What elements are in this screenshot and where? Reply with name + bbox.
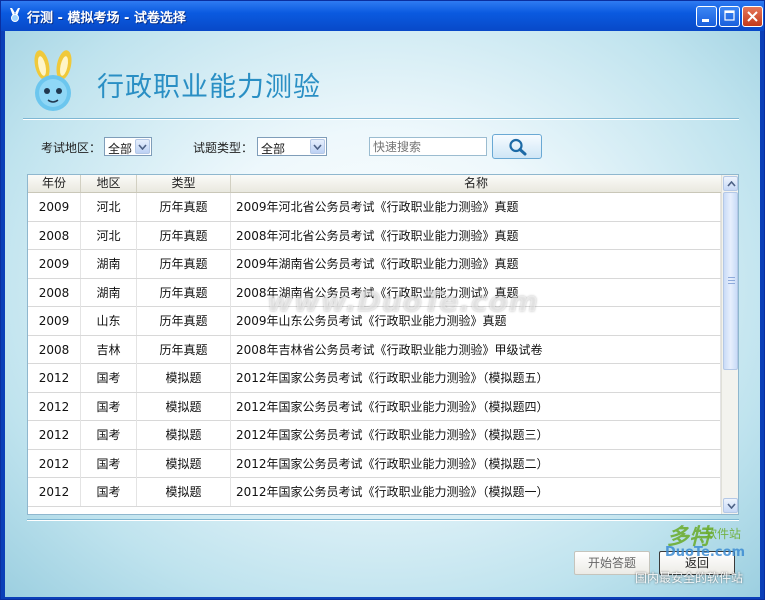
window-title: 行测 - 模拟考场 - 试卷选择 (27, 11, 186, 26)
scroll-down-button[interactable] (723, 498, 738, 513)
footer-divider (27, 519, 739, 521)
region-label: 考试地区： (41, 141, 102, 155)
maximize-icon (724, 10, 735, 21)
cell-year: 2012 (28, 392, 81, 421)
vertical-scrollbar[interactable] (721, 175, 738, 514)
close-button[interactable] (742, 6, 763, 27)
cell-region: 河北 (81, 193, 137, 221)
cell-year: 2012 (28, 421, 81, 449)
cell-name: 2008年湖南省公务员考试《行政职业能力测试》真题 (231, 278, 721, 307)
type-select-value: 全部 (261, 142, 286, 156)
cell-region: 国考 (81, 364, 137, 392)
cell-year: 2008 (28, 221, 81, 250)
table-row[interactable]: 2012 国考 模拟题 2012年国家公务员考试《行政职业能力测验》（模拟题三） (28, 421, 721, 450)
cell-region: 吉林 (81, 335, 137, 364)
type-label: 试题类型： (193, 141, 254, 155)
table-row[interactable]: 2012 国考 模拟题 2012年国家公务员考试《行政职业能力测验》（模拟题二） (28, 449, 721, 478)
search-icon (509, 138, 527, 156)
cell-region: 国考 (81, 478, 137, 506)
cell-type: 模拟题 (137, 421, 231, 449)
close-icon (747, 11, 758, 22)
cell-name: 2009年河北省公务员考试《行政职业能力测验》真题 (231, 193, 721, 221)
table-header: 年份 地区 类型 名称 (28, 175, 721, 193)
cell-region: 湖南 (81, 278, 137, 307)
rabbit-logo-icon (34, 50, 72, 111)
cell-type: 模拟题 (137, 478, 231, 506)
cell-year: 2012 (28, 478, 81, 506)
cell-name: 2012年国家公务员考试《行政职业能力测验》（模拟题五） (231, 364, 721, 392)
cell-year: 2009 (28, 250, 81, 278)
cell-region: 国考 (81, 392, 137, 421)
column-header-year[interactable]: 年份 (28, 175, 81, 192)
table-row[interactable]: 2008 湖南 历年真题 2008年湖南省公务员考试《行政职业能力测试》真题 (28, 278, 721, 307)
cell-year: 2009 (28, 193, 81, 221)
cell-year: 2012 (28, 364, 81, 392)
cell-name: 2012年国家公务员考试《行政职业能力测验》（模拟题四） (231, 392, 721, 421)
cell-name: 2009年湖南省公务员考试《行政职业能力测验》真题 (231, 250, 721, 278)
region-select[interactable]: 全部 (104, 137, 152, 156)
cell-type: 模拟题 (137, 392, 231, 421)
cell-name: 2008年吉林省公务员考试《行政职业能力测验》甲级试卷 (231, 335, 721, 364)
table-row[interactable]: 2012 国考 模拟题 2012年国家公务员考试《行政职业能力测验》（模拟题四） (28, 392, 721, 421)
cell-name: 2009年山东公务员考试《行政职业能力测验》真题 (231, 307, 721, 335)
cell-type: 模拟题 (137, 364, 231, 392)
maximize-button[interactable] (719, 6, 740, 27)
content-area: 行政职业能力测验 考试地区： 全部 试题类型： 全部 年份 (5, 31, 760, 597)
cell-name: 2012年国家公务员考试《行政职业能力测验》（模拟题二） (231, 449, 721, 478)
column-header-name[interactable]: 名称 (231, 175, 721, 192)
table-row[interactable]: 2012 国考 模拟题 2012年国家公务员考试《行政职业能力测验》（模拟题五） (28, 364, 721, 393)
chevron-down-icon[interactable] (310, 139, 325, 154)
back-button[interactable]: 返回 (659, 551, 735, 575)
table-row[interactable]: 2009 河北 历年真题 2009年河北省公务员考试《行政职业能力测验》真题 (28, 193, 721, 222)
cell-name: 2012年国家公务员考试《行政职业能力测验》（模拟题三） (231, 421, 721, 449)
chevron-down-icon[interactable] (135, 139, 150, 154)
table-row[interactable]: 2009 湖南 历年真题 2009年湖南省公务员考试《行政职业能力测验》真题 (28, 250, 721, 279)
exam-table: 年份 地区 类型 名称 2009 河北 历年真题 2009年河北省公务员考试《行政职业… (27, 174, 739, 515)
column-header-region[interactable]: 地区 (81, 175, 137, 192)
chevron-down-icon (727, 503, 736, 509)
cell-year: 2012 (28, 449, 81, 478)
start-answer-button[interactable]: 开始答题 (574, 551, 650, 575)
chevron-up-icon (727, 181, 736, 187)
cell-region: 河北 (81, 221, 137, 250)
app-icon (10, 8, 20, 22)
header-divider (23, 118, 739, 120)
cell-type: 历年真题 (137, 278, 231, 307)
search-button[interactable] (492, 134, 542, 159)
minimize-icon (702, 19, 709, 22)
table-row[interactable]: 2012 国考 模拟题 2012年国家公务员考试《行政职业能力测验》（模拟题一） (28, 478, 721, 507)
page-title: 行政职业能力测验 (97, 72, 321, 103)
cell-type: 历年真题 (137, 250, 231, 278)
cell-region: 国考 (81, 449, 137, 478)
scroll-up-button[interactable] (723, 176, 738, 191)
table-row[interactable]: 2009 山东 历年真题 2009年山东公务员考试《行政职业能力测验》真题 (28, 307, 721, 336)
cell-year: 2008 (28, 278, 81, 307)
search-input[interactable] (369, 137, 487, 156)
cell-type: 历年真题 (137, 193, 231, 221)
table-row[interactable]: 2008 河北 历年真题 2008年河北省公务员考试《行政职业能力测验》真题 (28, 221, 721, 250)
region-select-value: 全部 (108, 142, 133, 156)
title-bar[interactable]: 行测 - 模拟考场 - 试卷选择 (1, 1, 764, 31)
cell-region: 国考 (81, 421, 137, 449)
cell-year: 2008 (28, 335, 81, 364)
watermark-brand-sub: 软件站 (705, 527, 742, 541)
cell-region: 湖南 (81, 250, 137, 278)
cell-name: 2012年国家公务员考试《行政职业能力测验》（模拟题一） (231, 478, 721, 506)
type-select[interactable]: 全部 (257, 137, 327, 156)
cell-type: 历年真题 (137, 307, 231, 335)
watermark-brand: 多特 (667, 525, 712, 550)
cell-type: 历年真题 (137, 221, 231, 250)
minimize-button[interactable] (696, 6, 717, 27)
cell-name: 2008年河北省公务员考试《行政职业能力测验》真题 (231, 221, 721, 250)
cell-year: 2009 (28, 307, 81, 335)
cell-type: 历年真题 (137, 335, 231, 364)
app-window: 行测 - 模拟考场 - 试卷选择 行政职业能力测验 考试地区： 全部 试题类型：… (0, 0, 765, 600)
scrollbar-thumb[interactable] (723, 192, 738, 370)
cell-region: 山东 (81, 307, 137, 335)
table-row[interactable]: 2008 吉林 历年真题 2008年吉林省公务员考试《行政职业能力测验》甲级试卷 (28, 335, 721, 364)
column-header-type[interactable]: 类型 (137, 175, 231, 192)
cell-type: 模拟题 (137, 449, 231, 478)
table-body: 2009 河北 历年真题 2009年河北省公务员考试《行政职业能力测验》真题 2008… (28, 193, 721, 507)
